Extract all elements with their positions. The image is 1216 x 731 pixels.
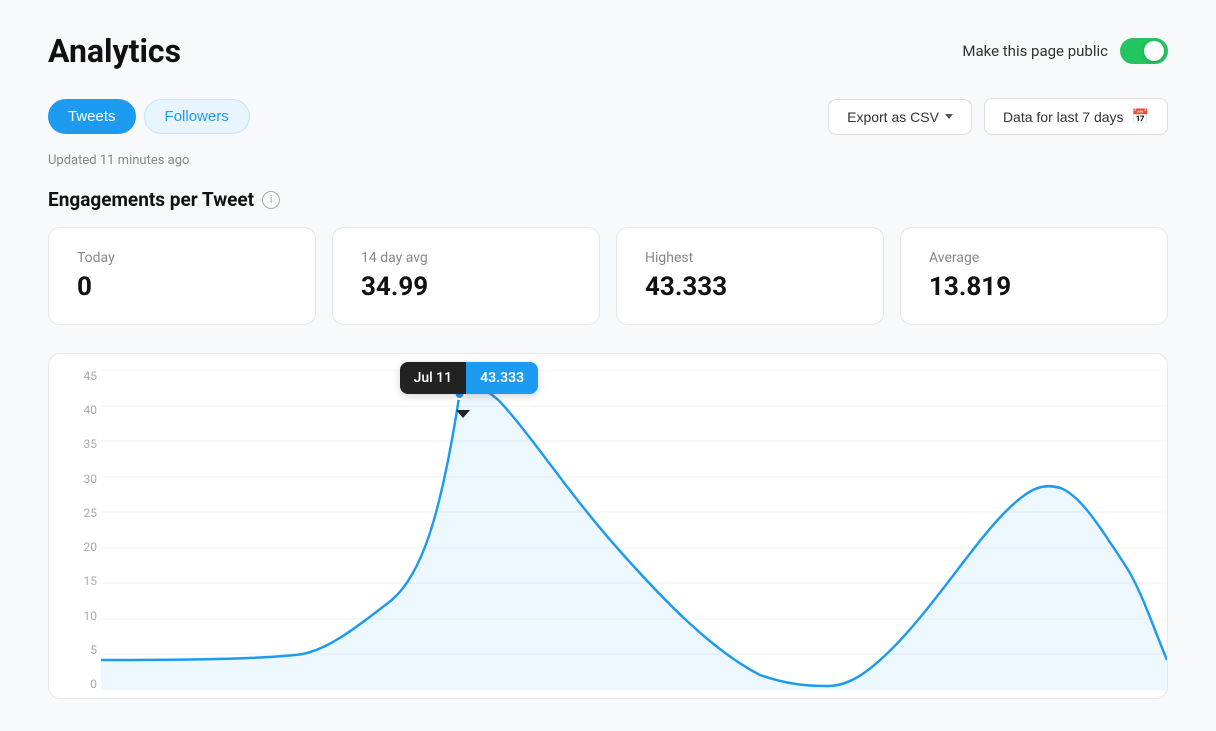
main-page: Analytics Make this page public Tweets F…	[0, 0, 1216, 731]
y-label-10: 10	[61, 610, 97, 622]
stat-card-highest: Highest 43.333	[616, 227, 884, 325]
y-label-25: 25	[61, 507, 97, 519]
export-csv-button[interactable]: Export as CSV	[828, 99, 972, 135]
stats-cards: Today 0 14 day avg 34.99 Highest 43.333 …	[48, 227, 1168, 325]
calendar-icon: 📅	[1132, 108, 1149, 125]
updated-text: Updated 11 minutes ago	[48, 153, 1168, 168]
y-label-0: 0	[61, 678, 97, 690]
public-toggle-label: Make this page public	[962, 42, 1108, 60]
section-title: Engagements per Tweet	[48, 188, 254, 211]
chart-svg-area: Jul 11 43.333	[101, 370, 1167, 690]
tab-tweets[interactable]: Tweets	[48, 99, 136, 134]
y-label-30: 30	[61, 473, 97, 485]
public-toggle[interactable]	[1120, 38, 1168, 64]
y-label-20: 20	[61, 541, 97, 553]
stat-label-today: Today	[77, 250, 287, 266]
export-label: Export as CSV	[847, 109, 939, 125]
stat-label-highest: Highest	[645, 250, 855, 266]
stat-label-average: Average	[929, 250, 1139, 266]
stat-card-today: Today 0	[48, 227, 316, 325]
tooltip-value: 43.333	[466, 362, 538, 394]
tooltip-date: Jul 11	[400, 362, 467, 394]
info-icon[interactable]: i	[262, 191, 280, 209]
y-label-35: 35	[61, 438, 97, 450]
chevron-down-icon	[945, 114, 953, 119]
section-title-row: Engagements per Tweet i	[48, 188, 1168, 211]
date-range-button[interactable]: Data for last 7 days 📅	[984, 98, 1168, 135]
y-label-45: 45	[61, 370, 97, 382]
chart-inner: 0 5 10 15 20 25 30 35 40 45	[49, 370, 1167, 690]
stat-card-average: Average 13.819	[900, 227, 1168, 325]
y-label-15: 15	[61, 575, 97, 587]
y-label-5: 5	[61, 644, 97, 656]
stat-value-14day: 34.99	[361, 272, 571, 302]
stat-label-14day: 14 day avg	[361, 250, 571, 266]
page-title: Analytics	[48, 32, 181, 70]
public-toggle-row: Make this page public	[962, 38, 1168, 64]
tabs: Tweets Followers	[48, 99, 250, 134]
stat-card-14day: 14 day avg 34.99	[332, 227, 600, 325]
chart-svg	[101, 370, 1167, 690]
tab-followers[interactable]: Followers	[144, 99, 250, 134]
stat-value-highest: 43.333	[645, 272, 855, 302]
tabs-controls-row: Tweets Followers Export as CSV Data for …	[48, 98, 1168, 135]
header-row: Analytics Make this page public	[48, 32, 1168, 70]
date-range-label: Data for last 7 days	[1003, 109, 1124, 125]
y-axis: 0 5 10 15 20 25 30 35 40 45	[49, 370, 101, 690]
chart-tooltip: Jul 11 43.333	[400, 362, 539, 394]
tooltip-arrow	[456, 410, 470, 418]
controls: Export as CSV Data for last 7 days 📅	[828, 98, 1168, 135]
y-label-40: 40	[61, 404, 97, 416]
stat-value-average: 13.819	[929, 272, 1139, 302]
stat-value-today: 0	[77, 272, 287, 302]
chart-panel: 0 5 10 15 20 25 30 35 40 45	[48, 353, 1168, 699]
